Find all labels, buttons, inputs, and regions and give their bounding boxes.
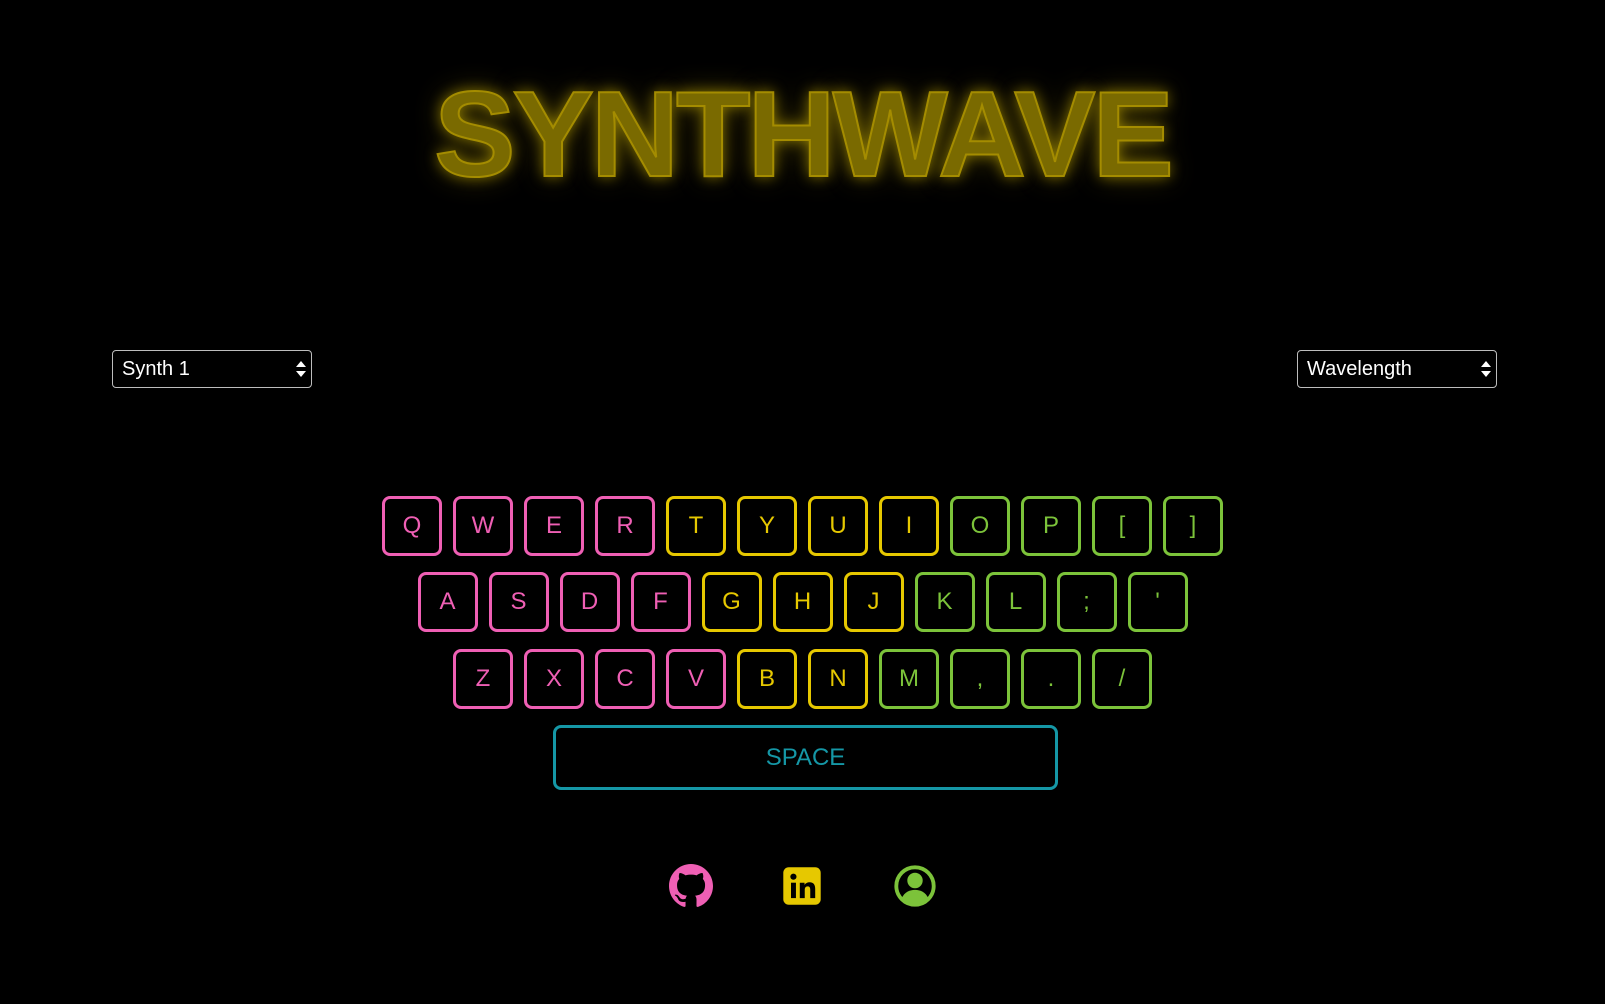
github-icon[interactable] — [669, 864, 713, 908]
key-0-0[interactable]: Q — [382, 496, 442, 556]
key-2-3[interactable]: V — [666, 649, 726, 709]
key-2-8[interactable]: . — [1021, 649, 1081, 709]
synth-select[interactable]: Synth 1 — [112, 350, 312, 388]
key-2-2[interactable]: C — [595, 649, 655, 709]
key-0-9[interactable]: P — [1021, 496, 1081, 556]
key-1-4[interactable]: G — [701, 572, 762, 632]
key-1-1[interactable]: S — [488, 572, 549, 632]
key-1-0[interactable]: A — [417, 572, 478, 632]
synth-select-value: Synth 1 — [122, 358, 190, 380]
key-2-5[interactable]: N — [808, 649, 868, 709]
key-2-9[interactable]: / — [1092, 649, 1152, 709]
key-1-8[interactable]: L — [985, 572, 1046, 632]
key-0-5[interactable]: Y — [737, 496, 797, 556]
effect-select[interactable]: Wavelength — [1297, 350, 1497, 388]
key-1-3[interactable]: F — [630, 572, 691, 632]
key-1-7[interactable]: K — [914, 572, 975, 632]
key-1-10[interactable]: ' — [1127, 572, 1188, 632]
effect-select-value: Wavelength — [1307, 358, 1412, 380]
key-0-6[interactable]: U — [808, 496, 868, 556]
select-arrows-icon — [1481, 361, 1491, 377]
key-1-6[interactable]: J — [843, 572, 904, 632]
user-icon[interactable] — [893, 864, 937, 908]
key-2-6[interactable]: M — [879, 649, 939, 709]
key-0-4[interactable]: T — [666, 496, 726, 556]
key-1-5[interactable]: H — [772, 572, 833, 632]
keyboard-row-bottom: Z X C V B N M,. / — [0, 649, 1605, 709]
key-2-4[interactable]: B — [737, 649, 797, 709]
key-0-10[interactable]: [ — [1092, 496, 1152, 556]
linkedin-icon[interactable] — [780, 864, 824, 908]
key-0-8[interactable]: O — [950, 496, 1010, 556]
key-0-1[interactable]: W — [453, 496, 513, 556]
keyboard-row-middle: A S D F G H J K L; ' — [0, 572, 1605, 632]
keyboard-row-top: Q W E R T Y U I O P[] — [0, 496, 1605, 556]
key-0-3[interactable]: R — [595, 496, 655, 556]
key-2-0[interactable]: Z — [453, 649, 513, 709]
app-title: SYNTHWAVE — [433, 66, 1175, 202]
select-arrows-icon — [296, 361, 306, 377]
key-0-7[interactable]: I — [879, 496, 939, 556]
key-2-1[interactable]: X — [524, 649, 584, 709]
key-1-9[interactable]: ; — [1056, 572, 1117, 632]
key-2-7[interactable]: , — [950, 649, 1010, 709]
key-1-2[interactable]: D — [559, 572, 620, 632]
key-0-2[interactable]: E — [524, 496, 584, 556]
space-key[interactable]: SPACE — [553, 725, 1058, 790]
key-0-11[interactable]: ] — [1163, 496, 1223, 556]
